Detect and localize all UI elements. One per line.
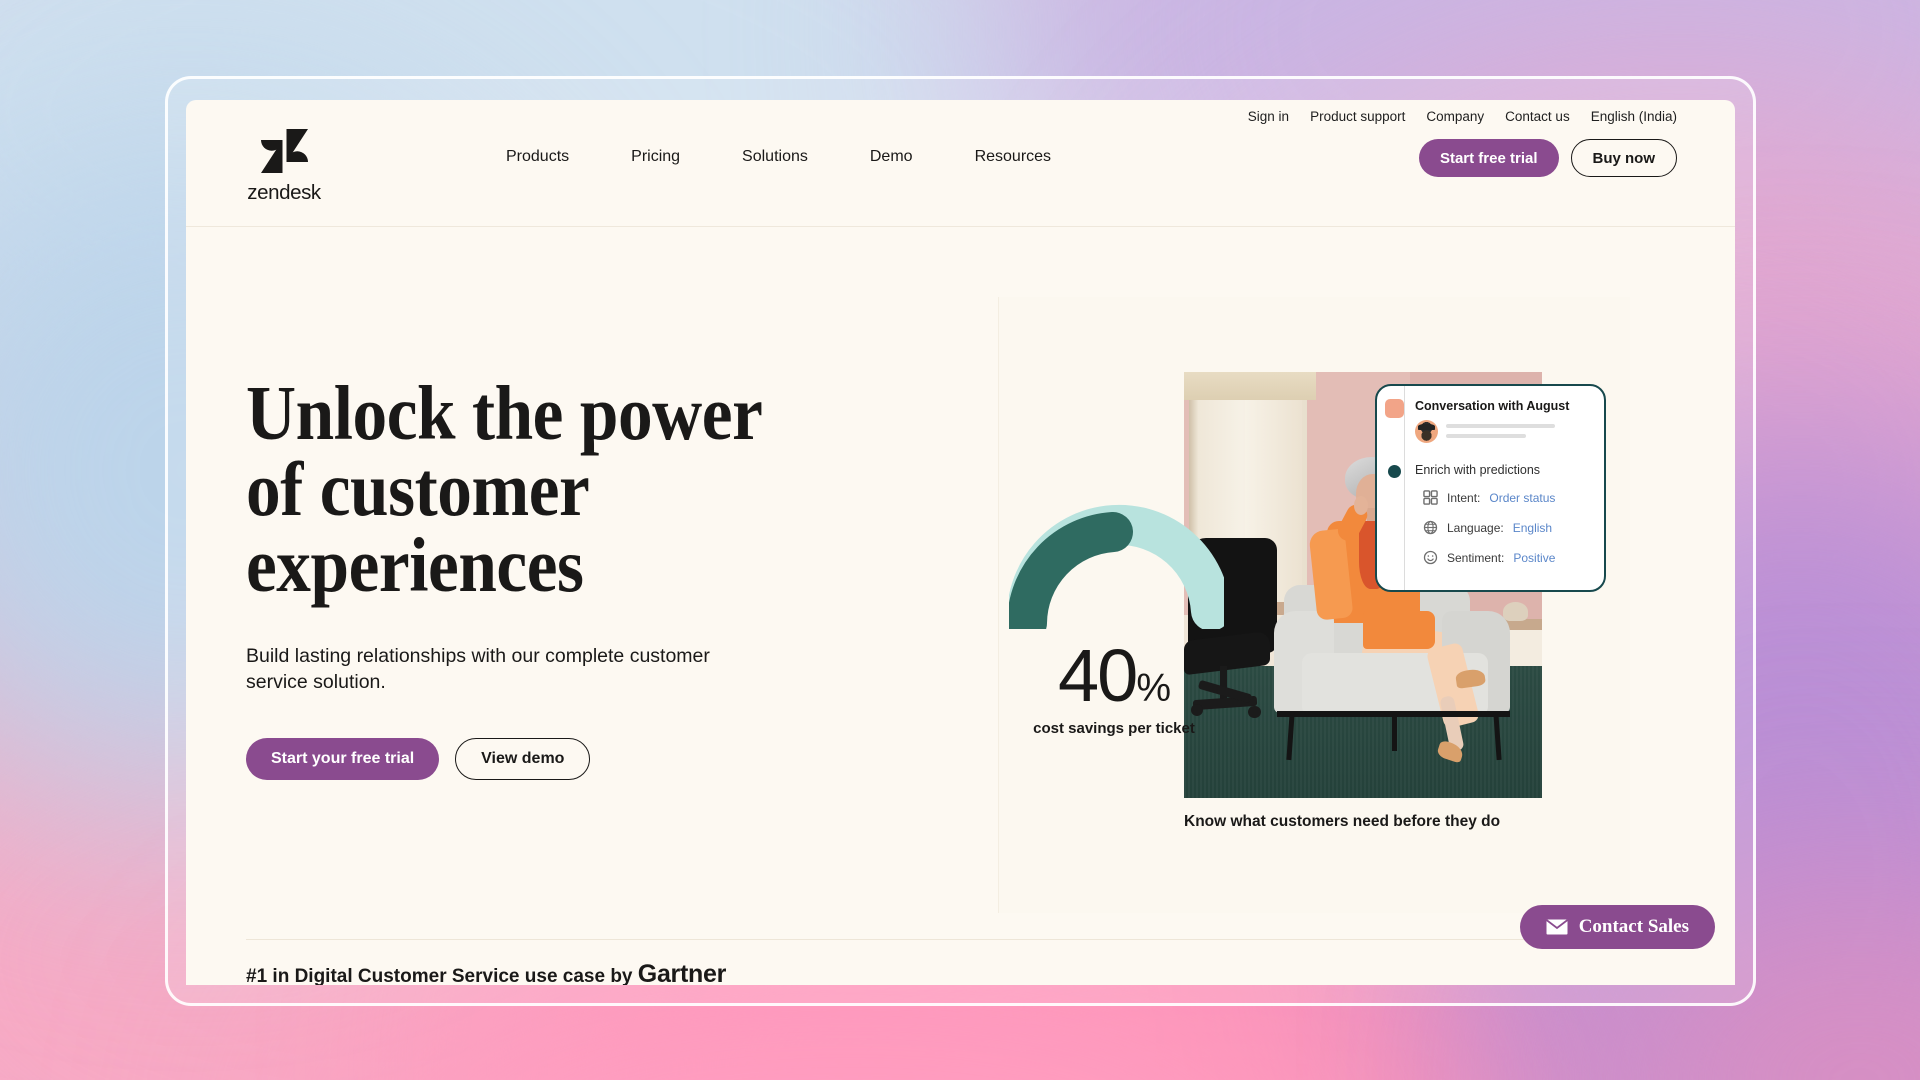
hero-cta-group: Start your free trial View demo <box>246 738 906 781</box>
award-prefix: #1 in Digital Customer Service use case … <box>246 966 638 985</box>
utility-nav: Sign in Product support Company Contact … <box>1248 109 1677 124</box>
card-timeline-rail <box>1404 386 1405 590</box>
prediction-row-sentiment: Sentiment: Positive <box>1423 550 1555 565</box>
stat-value: 40 <box>1058 634 1138 717</box>
language-selector[interactable]: English (India) <box>1591 109 1677 124</box>
prediction-value: English <box>1512 520 1553 535</box>
contact-sales-button[interactable]: Contact Sales <box>1519 905 1715 949</box>
start-your-free-trial-button[interactable]: Start your free trial <box>246 738 440 781</box>
timeline-dot-icon <box>1388 465 1401 478</box>
section-divider <box>246 939 1675 940</box>
award-brand: Gartner <box>637 960 727 985</box>
prediction-value: Positive <box>1513 550 1556 565</box>
cost-savings-gauge <box>1009 504 1224 629</box>
buy-now-button[interactable]: Buy now <box>1570 139 1677 177</box>
site-header: Sign in Product support Company Contact … <box>186 100 1735 227</box>
card-title: Conversation with August <box>1415 399 1570 413</box>
avatar <box>1415 420 1438 443</box>
hero-section: Unlock the power of customer experiences… <box>186 227 1735 985</box>
globe-icon <box>1423 520 1438 535</box>
stat-unit: % <box>1136 667 1171 710</box>
prediction-row-language: Language: English <box>1423 520 1552 535</box>
utility-link-product-support[interactable]: Product support <box>1310 109 1405 124</box>
prediction-label: Intent: <box>1447 490 1481 505</box>
prediction-label: Sentiment: <box>1447 550 1505 565</box>
grid-icon <box>1423 490 1438 505</box>
utility-link-company[interactable]: Company <box>1426 109 1484 124</box>
zendesk-logo[interactable]: zendesk <box>246 129 322 205</box>
browser-window-frame: Sign in Product support Company Contact … <box>165 76 1756 1006</box>
stat-block: 40% cost savings per ticket <box>999 639 1229 738</box>
prediction-row-intent: Intent: Order status <box>1423 490 1555 505</box>
zendesk-mark-icon <box>260 129 308 173</box>
nav-item-products[interactable]: Products <box>506 148 569 166</box>
hero-subtitle: Build lasting relationships with our com… <box>246 644 710 694</box>
header-cta-group: Start free trial Buy now <box>1418 139 1677 177</box>
stat-caption: cost savings per ticket <box>1033 720 1195 737</box>
prediction-label: Language: <box>1447 520 1504 535</box>
envelope-icon <box>1545 919 1568 935</box>
nav-item-pricing[interactable]: Pricing <box>631 148 680 166</box>
page-title: Unlock the power of customer experiences <box>246 370 763 609</box>
zendesk-wordmark: zendesk <box>247 181 321 204</box>
photo-caption: Know what customers need before they do <box>1184 813 1501 830</box>
nav-item-demo[interactable]: Demo <box>870 148 913 166</box>
nav-item-resources[interactable]: Resources <box>975 148 1051 166</box>
prediction-value: Order status <box>1489 490 1556 505</box>
desktop-background: Sign in Product support Company Contact … <box>0 0 1920 1080</box>
card-section-label: Enrich with predictions <box>1415 463 1541 477</box>
view-demo-button[interactable]: View demo <box>455 738 591 781</box>
utility-link-sign-in[interactable]: Sign in <box>1248 109 1289 124</box>
smiley-icon <box>1423 550 1438 565</box>
message-placeholder-lines <box>1446 420 1555 444</box>
webpage-content: Sign in Product support Company Contact … <box>186 100 1735 985</box>
nav-item-solutions[interactable]: Solutions <box>742 148 808 166</box>
utility-link-contact-us[interactable]: Contact us <box>1505 109 1570 124</box>
gartner-award-text: #1 in Digital Customer Service use case … <box>246 960 726 985</box>
card-message-preview <box>1415 420 1555 444</box>
prediction-card: Conversation with August Enrich with pre… <box>1375 384 1606 592</box>
conversation-marker-icon <box>1385 399 1404 418</box>
hero-copy: Unlock the power of customer experiences… <box>246 370 906 781</box>
start-free-trial-button[interactable]: Start free trial <box>1418 139 1559 177</box>
contact-sales-label: Contact Sales <box>1578 916 1689 937</box>
main-nav: Products Pricing Solutions Demo Resource… <box>506 148 1051 166</box>
